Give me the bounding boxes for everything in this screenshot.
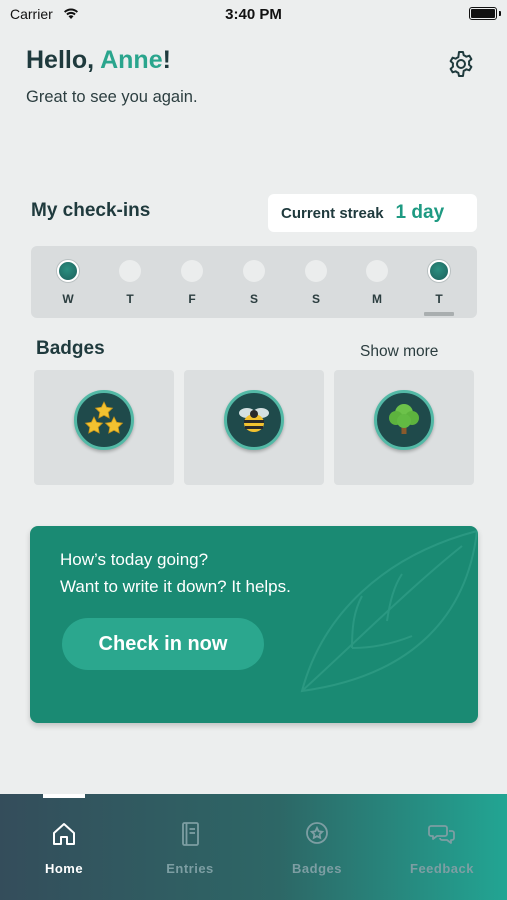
tab-label: Entries [166,861,214,876]
bottom-tab-bar: Home Entries Badges Feedback [0,794,507,900]
day-letter: W [62,292,74,306]
user-name: Anne [100,46,163,74]
check-in-now-button[interactable]: Check in now [62,618,264,670]
day-saturday[interactable]: S [239,260,269,306]
greeting-hello: Hello, [26,46,101,74]
streak-label: Current streak [281,204,384,222]
battery-icon [469,7,501,20]
tab-badges[interactable]: Badges [262,820,372,876]
checkin-dot-empty [119,260,141,282]
checkin-dot-empty [305,260,327,282]
tab-home[interactable]: Home [9,820,119,876]
badge-icon [306,822,328,844]
current-streak-badge: Current streak 1 day [268,194,477,232]
checkin-dot-empty [366,260,388,282]
day-tuesday-today[interactable]: T [424,260,454,306]
clock: 3:40 PM [225,6,282,23]
checkin-prompt-card: How’s today going? Want to write it down… [30,526,478,723]
tab-label: Badges [292,861,342,876]
status-bar: Carrier 3:40 PM [0,0,507,30]
tab-entries[interactable]: Entries [135,820,245,876]
tree-icon [389,404,419,434]
day-monday[interactable]: M [362,260,392,306]
day-letter: F [188,292,196,306]
day-letter: M [372,292,382,306]
today-indicator [424,312,454,316]
greeting-subtitle: Great to see you again. [26,88,198,106]
bee-icon [239,408,269,432]
checkin-dot-filled [57,260,79,282]
day-letter: T [435,292,443,306]
greeting-exclaim: ! [162,46,171,74]
checkin-dot-filled [428,260,450,282]
gear-icon[interactable] [446,49,476,79]
tab-label: Home [44,861,84,876]
badge-tile-tree[interactable] [334,370,474,485]
week-checkin-strip: W T F S S M T [31,246,477,318]
badges-title: Badges [36,338,105,359]
day-letter: S [249,292,258,306]
tab-label: Feedback [410,861,474,876]
day-friday[interactable]: F [177,260,207,306]
checkins-title: My check-ins [31,200,151,221]
card-encouragement: Want to write it down? It helps. [60,577,291,596]
greeting: Hello, Anne! [26,46,171,75]
day-letter: S [311,292,320,306]
day-wednesday[interactable]: W [53,260,83,306]
tab-feedback[interactable]: Feedback [387,820,497,876]
checkin-dot-empty [181,260,203,282]
chat-bubbles-icon [428,825,455,844]
day-sunday[interactable]: S [301,260,331,306]
show-more-link[interactable]: Show more [360,343,438,361]
badge-tile-stars[interactable] [34,370,174,485]
home-icon [53,823,75,845]
streak-value: 1 day [395,202,445,223]
day-thursday[interactable]: T [115,260,145,306]
badge-tile-bee[interactable] [184,370,324,485]
active-tab-indicator [43,794,85,798]
notebook-icon [182,822,199,846]
checkin-dot-empty [243,260,265,282]
leaf-watermark-icon [300,529,478,693]
three-stars-icon [84,401,124,434]
day-letter: T [126,292,134,306]
card-question: How’s today going? [60,550,209,569]
